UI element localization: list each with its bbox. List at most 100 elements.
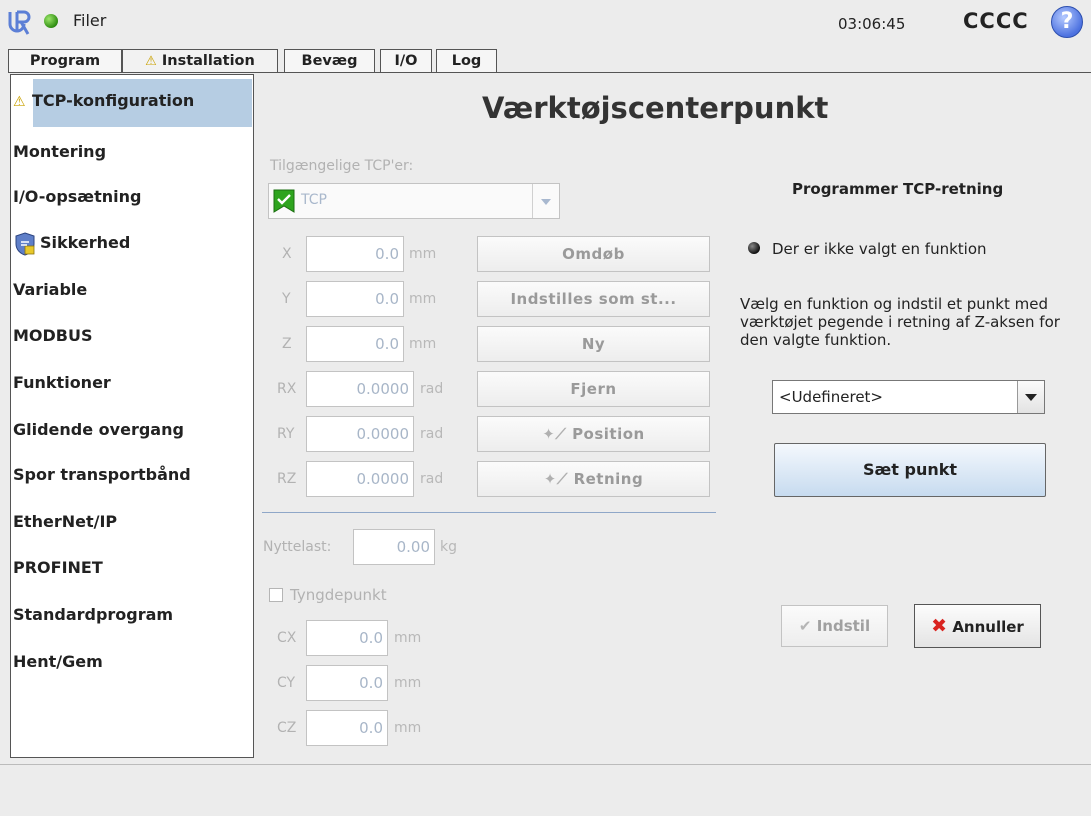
cz-field[interactable]: 0.0 (306, 710, 388, 746)
orientation-button[interactable]: ✦⟋ Retning (477, 461, 710, 497)
sidebar-item-modbus[interactable]: MODBUS (11, 314, 253, 358)
rz-unit: rad (420, 471, 444, 487)
ry-unit: rad (420, 426, 444, 442)
tab-installation[interactable]: ⚠ Installation (122, 49, 278, 73)
sidebar-item-label: Funktioner (13, 373, 111, 392)
remove-button[interactable]: Fjern (477, 371, 710, 407)
page-title: Værktøjscenterpunkt (482, 91, 829, 125)
cog-checkbox[interactable] (269, 588, 283, 602)
apply-button[interactable]: ✔ Indstil (781, 605, 888, 647)
sidebar-item-label: MODBUS (13, 326, 93, 345)
apply-button-label: Indstil (816, 617, 871, 635)
cy-field[interactable]: 0.0 (306, 665, 388, 701)
cx-unit: mm (394, 630, 422, 646)
tab-log[interactable]: Log (436, 49, 497, 72)
sidebar-item-label: Spor transportbånd (13, 465, 191, 484)
chevron-down-icon (1017, 381, 1044, 413)
feature-select-value: <Udefineret> (779, 388, 883, 406)
tab-move[interactable]: Bevæg (284, 49, 375, 72)
dropdown-arrow-icon (532, 184, 559, 218)
y-label: Y (282, 291, 291, 307)
new-button[interactable]: Ny (477, 326, 710, 362)
sidebar-item-label: I/O-opsætning (13, 187, 142, 206)
rz-label: RZ (277, 471, 297, 487)
top-bar (0, 0, 1091, 48)
cancel-button-label: Annuller (952, 618, 1024, 636)
x-field[interactable]: 0.0 (306, 236, 404, 272)
shield-icon (15, 232, 35, 256)
sidebar-item-label: EtherNet/IP (13, 512, 118, 531)
tcp-select[interactable]: TCP (268, 183, 560, 219)
sidebar-item-io-setup[interactable]: I/O-opsætning (11, 175, 253, 219)
position-button[interactable]: ✦⟋ Position (477, 416, 710, 452)
x-label: X (282, 246, 292, 262)
wand-icon: ✦⟋ (543, 470, 568, 488)
feature-status: Der er ikke valgt en funktion (772, 240, 987, 258)
cx-field[interactable]: 0.0 (306, 620, 388, 656)
y-field[interactable]: 0.0 (306, 281, 404, 317)
cz-unit: mm (394, 720, 422, 736)
warning-icon: ⚠ (13, 94, 26, 110)
robot-status-icon (44, 14, 58, 28)
tcp-flag-icon (273, 189, 295, 213)
ur-logo-icon (8, 10, 31, 35)
footer-divider (0, 764, 1091, 765)
ry-label: RY (277, 426, 295, 442)
sidebar-item-label: TCP-konfiguration (32, 91, 195, 110)
rx-field[interactable]: 0.0000 (306, 371, 414, 407)
sidebar-item-mounting[interactable]: Montering (11, 130, 253, 174)
sidebar-item-profinet[interactable]: PROFINET (11, 546, 253, 590)
sidebar-item-ethernet-ip[interactable]: EtherNet/IP (11, 500, 253, 544)
rx-label: RX (277, 381, 297, 397)
cz-label: CZ (277, 720, 297, 736)
tab-label: Installation (161, 53, 255, 69)
cx-label: CX (277, 630, 297, 646)
sidebar-item-safety[interactable]: Sikkerhed (11, 221, 253, 265)
z-unit: mm (409, 336, 437, 352)
available-tcps-label: Tilgængelige TCP'er: (270, 158, 414, 174)
help-icon[interactable]: ? (1051, 6, 1083, 38)
warning-icon: ⚠ (145, 54, 157, 69)
sidebar-item-features[interactable]: Funktioner (11, 361, 253, 405)
tab-program[interactable]: Program (8, 49, 122, 72)
tab-label: Bevæg (301, 53, 358, 69)
rename-button[interactable]: Omdøb (477, 236, 710, 272)
set-default-button[interactable]: Indstilles som st... (477, 281, 710, 317)
tab-io[interactable]: I/O (380, 49, 432, 72)
rx-unit: rad (420, 381, 444, 397)
payload-field[interactable]: 0.00 (353, 529, 435, 565)
sidebar-item-label: PROFINET (13, 558, 103, 577)
file-menu[interactable]: Filer (73, 11, 106, 30)
tcp-select-value: TCP (301, 192, 327, 208)
tab-divider (8, 72, 1091, 73)
instructions-text: Vælg en funktion og indstil et punkt med… (740, 295, 1060, 349)
wand-icon: ✦⟋ (542, 425, 567, 443)
sidebar-item-label: Montering (13, 142, 107, 161)
y-unit: mm (409, 291, 437, 307)
tcp-orientation-title: Programmer TCP-retning (792, 180, 1004, 198)
sidebar-item-tcp-configuration[interactable]: ⚠ TCP-konfiguration (11, 79, 253, 127)
sidebar-item-load-save[interactable]: Hent/Gem (11, 640, 253, 684)
rz-field[interactable]: 0.0000 (306, 461, 414, 497)
tab-label: Program (29, 53, 101, 69)
payload-label: Nyttelast: (263, 539, 332, 555)
cy-label: CY (277, 675, 296, 691)
sidebar-item-label: Variable (13, 280, 88, 299)
sidebar: ⚠ TCP-konfiguration Montering I/O-opsætn… (10, 74, 254, 758)
sidebar-item-conveyor-tracking[interactable]: Spor transportbånd (11, 453, 253, 497)
position-button-label: Position (572, 425, 645, 443)
check-icon: ✔ (798, 617, 812, 635)
close-icon: ✖ (931, 615, 948, 637)
set-point-button[interactable]: Sæt punkt (774, 443, 1046, 497)
sidebar-item-variables[interactable]: Variable (11, 268, 253, 312)
feature-select[interactable]: <Udefineret> (772, 380, 1045, 414)
z-field[interactable]: 0.0 (306, 326, 404, 362)
cancel-button[interactable]: ✖ Annuller (914, 604, 1041, 648)
sidebar-item-label: Standardprogram (13, 605, 174, 624)
sidebar-item-default-program[interactable]: Standardprogram (11, 593, 253, 637)
status-led-icon (748, 242, 760, 254)
section-divider (262, 512, 716, 513)
sidebar-item-label: Sikkerhed (40, 233, 131, 252)
ry-field[interactable]: 0.0000 (306, 416, 414, 452)
sidebar-item-smooth-transition[interactable]: Glidende overgang (11, 408, 253, 452)
